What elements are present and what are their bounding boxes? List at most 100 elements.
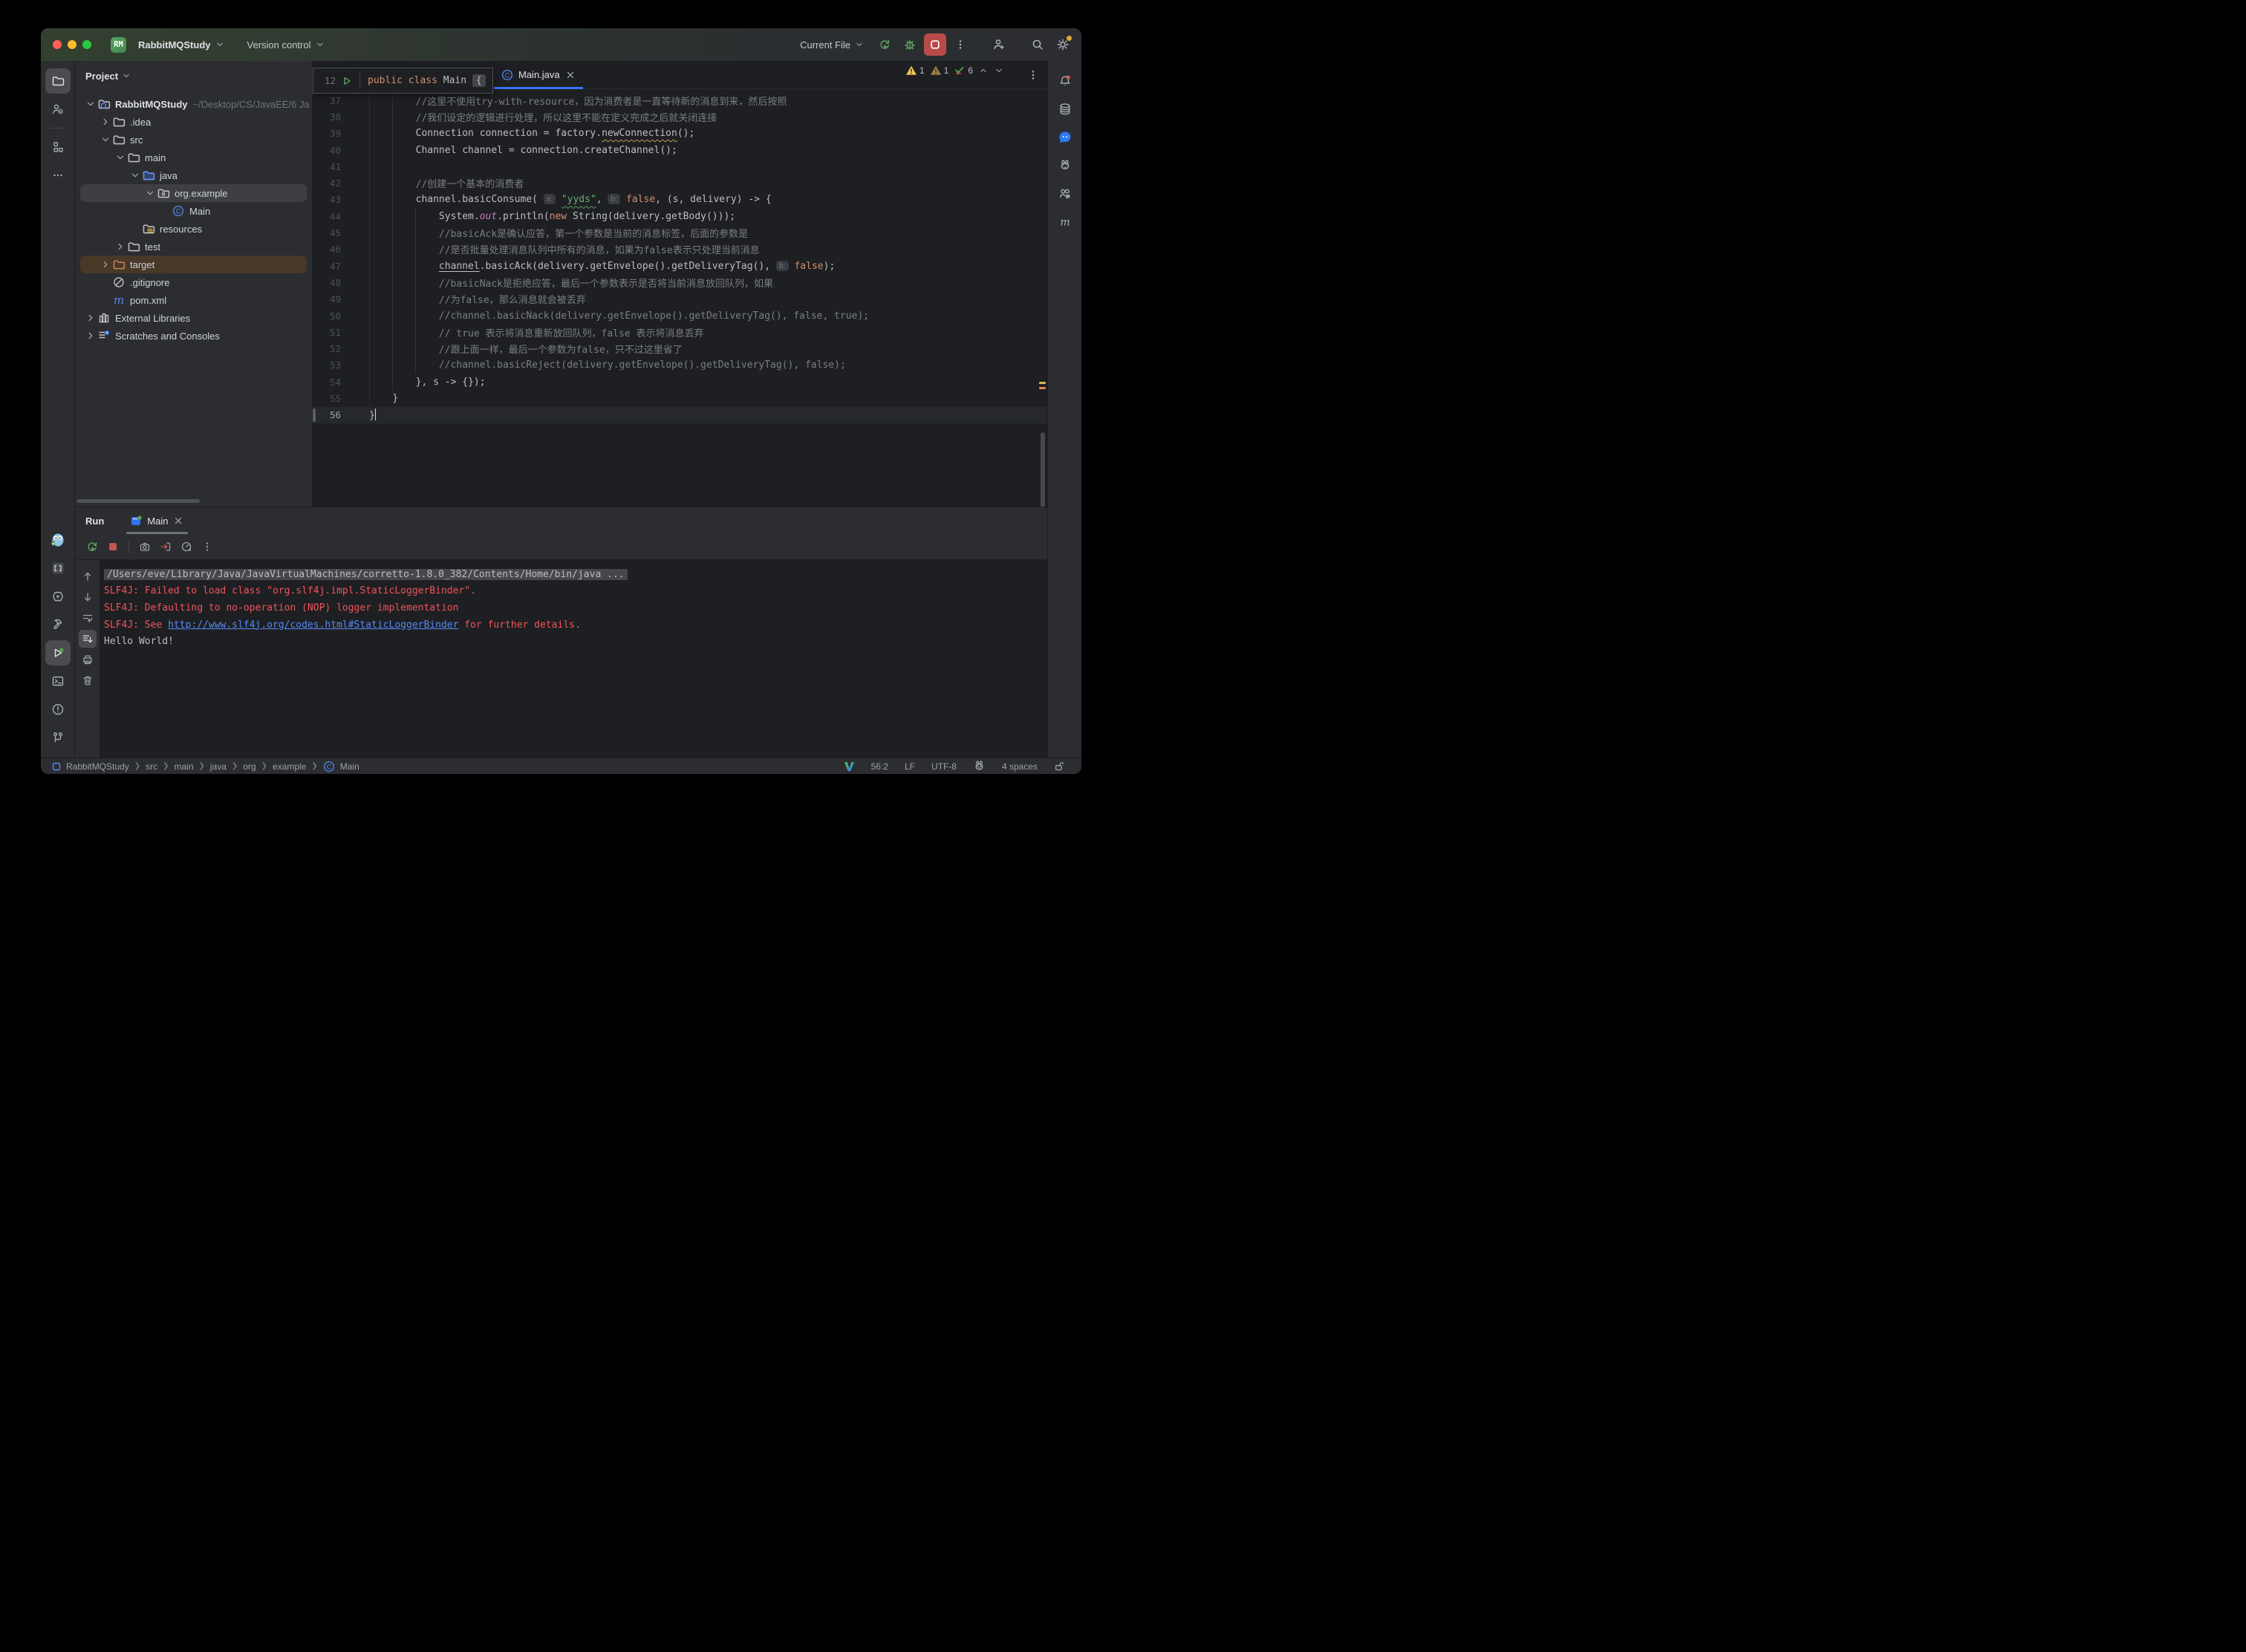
breadcrumb[interactable]: RabbitMQStudy❯src❯main❯java❯org❯example❯… bbox=[52, 761, 359, 773]
code-line-56[interactable]: 56} bbox=[313, 407, 1047, 423]
editor-scrollbar[interactable] bbox=[1041, 432, 1045, 507]
code-line-41[interactable]: 41 bbox=[313, 158, 1047, 175]
stop-process-button[interactable] bbox=[103, 537, 123, 556]
line-number[interactable]: 38 bbox=[313, 111, 341, 123]
close-icon[interactable] bbox=[565, 70, 576, 80]
code-line-48[interactable]: 48 //basicNack是拒绝应答，最后一个参数表示是否将当前消息放回队列，… bbox=[313, 274, 1047, 290]
tree-item-scratches-and-consoles[interactable]: Scratches and Consoles bbox=[75, 327, 312, 345]
ai-chat-tool-button[interactable] bbox=[1052, 125, 1078, 150]
run-tab-main[interactable]: Main bbox=[123, 507, 191, 534]
git-tool-button[interactable] bbox=[45, 725, 71, 750]
profiler-button[interactable] bbox=[177, 537, 196, 556]
lock-icon[interactable] bbox=[1046, 761, 1072, 772]
line-number[interactable]: 45 bbox=[313, 227, 341, 238]
settings-button[interactable] bbox=[1052, 33, 1074, 56]
project-menu[interactable]: RabbitMQStudy bbox=[132, 34, 231, 55]
tab-main-java[interactable]: C Main.java bbox=[494, 61, 583, 88]
tree-item-main[interactable]: CMain bbox=[75, 202, 312, 220]
terminal-tool-button[interactable] bbox=[45, 669, 71, 694]
clear-console-button[interactable] bbox=[79, 671, 97, 689]
tree-item-java[interactable]: java bbox=[75, 166, 312, 184]
line-number[interactable]: 48 bbox=[313, 277, 341, 288]
line-number[interactable]: 51 bbox=[313, 327, 341, 338]
previous-problem-button[interactable] bbox=[978, 65, 989, 76]
close-window-button[interactable] bbox=[53, 40, 62, 49]
stop-button[interactable] bbox=[924, 33, 946, 56]
vim-plugin-icon[interactable] bbox=[836, 761, 863, 772]
breadcrumb-item-example[interactable]: example bbox=[273, 761, 306, 772]
code-line-46[interactable]: 46 //是否批量处理消息队列中所有的消息，如果为false表示只处理当前消息 bbox=[313, 241, 1047, 258]
code-line-38[interactable]: 38 //我们设定的逻辑进行处理，所以这里不能在定义完成之后就关闭连接 bbox=[313, 108, 1047, 125]
breadcrumb-item-rabbitmqstudy[interactable]: RabbitMQStudy bbox=[66, 761, 129, 772]
notifications-button[interactable] bbox=[1052, 68, 1078, 94]
gopher-plugin-button[interactable] bbox=[45, 527, 71, 553]
soft-wrap-button[interactable] bbox=[79, 609, 97, 627]
code-line-53[interactable]: 53 //channel.basicReject(delivery.getEnv… bbox=[313, 357, 1047, 374]
code-line-39[interactable]: 39 Connection connection = factory.newCo… bbox=[313, 126, 1047, 142]
weak-warnings-count[interactable]: 1 bbox=[930, 65, 949, 77]
breadcrumb-item-src[interactable]: src bbox=[146, 761, 157, 772]
tree-item-main[interactable]: main bbox=[75, 149, 312, 166]
breadcrumb-item-main[interactable]: main bbox=[174, 761, 193, 772]
debug-button[interactable] bbox=[899, 33, 921, 56]
code-line-51[interactable]: 51 // true 表示将消息重新放回队列，false 表示将消息丢弃 bbox=[313, 324, 1047, 340]
structure-tool-button[interactable] bbox=[45, 134, 71, 160]
line-number[interactable]: 46 bbox=[313, 244, 341, 255]
console-link[interactable]: http://www.slf4j.org/codes.html#StaticLo… bbox=[168, 620, 458, 631]
code-line-43[interactable]: 43 channel.basicConsume( s: "yyds", b: f… bbox=[313, 192, 1047, 208]
code-line-40[interactable]: 40 Channel channel = connection.createCh… bbox=[313, 142, 1047, 158]
collab-chat-tool-button[interactable] bbox=[1052, 181, 1078, 206]
chevron-right-icon[interactable] bbox=[84, 329, 97, 342]
chevron-right-icon[interactable] bbox=[84, 311, 97, 325]
line-number[interactable]: 41 bbox=[313, 161, 341, 172]
sticky-declaration-popup[interactable]: 12 public class Main { bbox=[313, 68, 493, 94]
code-line-42[interactable]: 42 //创建一个基本的消费者 bbox=[313, 175, 1047, 191]
run-button[interactable] bbox=[873, 33, 896, 56]
line-number[interactable]: 49 bbox=[313, 293, 341, 305]
caret-position-widget[interactable]: 56:2 bbox=[863, 761, 896, 772]
zoom-window-button[interactable] bbox=[82, 40, 91, 49]
chevron-right-icon[interactable] bbox=[114, 240, 127, 253]
breadcrumb-item-java[interactable]: java bbox=[210, 761, 227, 772]
chevron-down-icon[interactable] bbox=[114, 151, 127, 164]
line-number[interactable]: 54 bbox=[313, 377, 341, 388]
code-line-50[interactable]: 50 //channel.basicNack(delivery.getEnvel… bbox=[313, 308, 1047, 324]
maven-tool-button[interactable]: m bbox=[1052, 209, 1078, 235]
build-tool-button[interactable] bbox=[45, 612, 71, 637]
run-line-icon[interactable] bbox=[342, 76, 352, 86]
line-number[interactable]: 37 bbox=[313, 95, 341, 106]
tree-item-org-example[interactable]: org.example bbox=[75, 184, 312, 202]
rerun-button[interactable] bbox=[82, 537, 102, 556]
thread-dump-button[interactable] bbox=[135, 537, 154, 556]
database-tool-button[interactable] bbox=[1052, 97, 1078, 122]
inspections-widget[interactable]: 1 1 6 bbox=[905, 65, 1004, 77]
tree-item-rabbitmqstudy[interactable]: RabbitMQStudy~/Desktop/CS/JavaEE/6 Ja bbox=[75, 95, 312, 113]
code-area[interactable]: 37 //这里不使用try-with-resource，因为消费者是一直等待新的… bbox=[313, 89, 1047, 507]
tab-list-button[interactable] bbox=[1025, 67, 1041, 83]
line-number[interactable]: 42 bbox=[313, 178, 341, 189]
chevron-down-icon[interactable] bbox=[99, 133, 112, 146]
breadcrumb-item-org[interactable]: org bbox=[243, 761, 255, 772]
tree-item-target[interactable]: target bbox=[75, 256, 312, 273]
tree-item-pom-xml[interactable]: mpom.xml bbox=[75, 291, 312, 309]
line-separator-widget[interactable]: LF bbox=[896, 761, 923, 772]
typos-count[interactable]: 6 bbox=[954, 65, 973, 77]
breadcrumb-item-main[interactable]: Main bbox=[340, 761, 359, 772]
warnings-count[interactable]: 1 bbox=[905, 65, 925, 77]
run-configuration-select[interactable]: Current File bbox=[794, 34, 870, 55]
chevron-down-icon[interactable] bbox=[143, 186, 157, 200]
line-number[interactable]: 52 bbox=[313, 343, 341, 354]
tree-item--idea[interactable]: .idea bbox=[75, 113, 312, 131]
chevron-right-icon[interactable] bbox=[99, 115, 112, 129]
line-number[interactable]: 43 bbox=[313, 194, 341, 205]
scroll-to-end-button[interactable] bbox=[79, 630, 97, 648]
attach-debugger-button[interactable] bbox=[156, 537, 175, 556]
line-number[interactable]: 55 bbox=[313, 393, 341, 404]
code-line-37[interactable]: 37 //这里不使用try-with-resource，因为消费者是一直等待新的… bbox=[313, 92, 1047, 108]
scroll-down-button[interactable] bbox=[79, 588, 97, 606]
line-number[interactable]: 47 bbox=[313, 261, 341, 272]
tree-item-src[interactable]: src bbox=[75, 131, 312, 149]
code-with-me-button[interactable] bbox=[988, 33, 1010, 56]
learn-tool-button[interactable]: ? bbox=[45, 97, 71, 122]
chevron-right-icon[interactable] bbox=[99, 258, 112, 271]
